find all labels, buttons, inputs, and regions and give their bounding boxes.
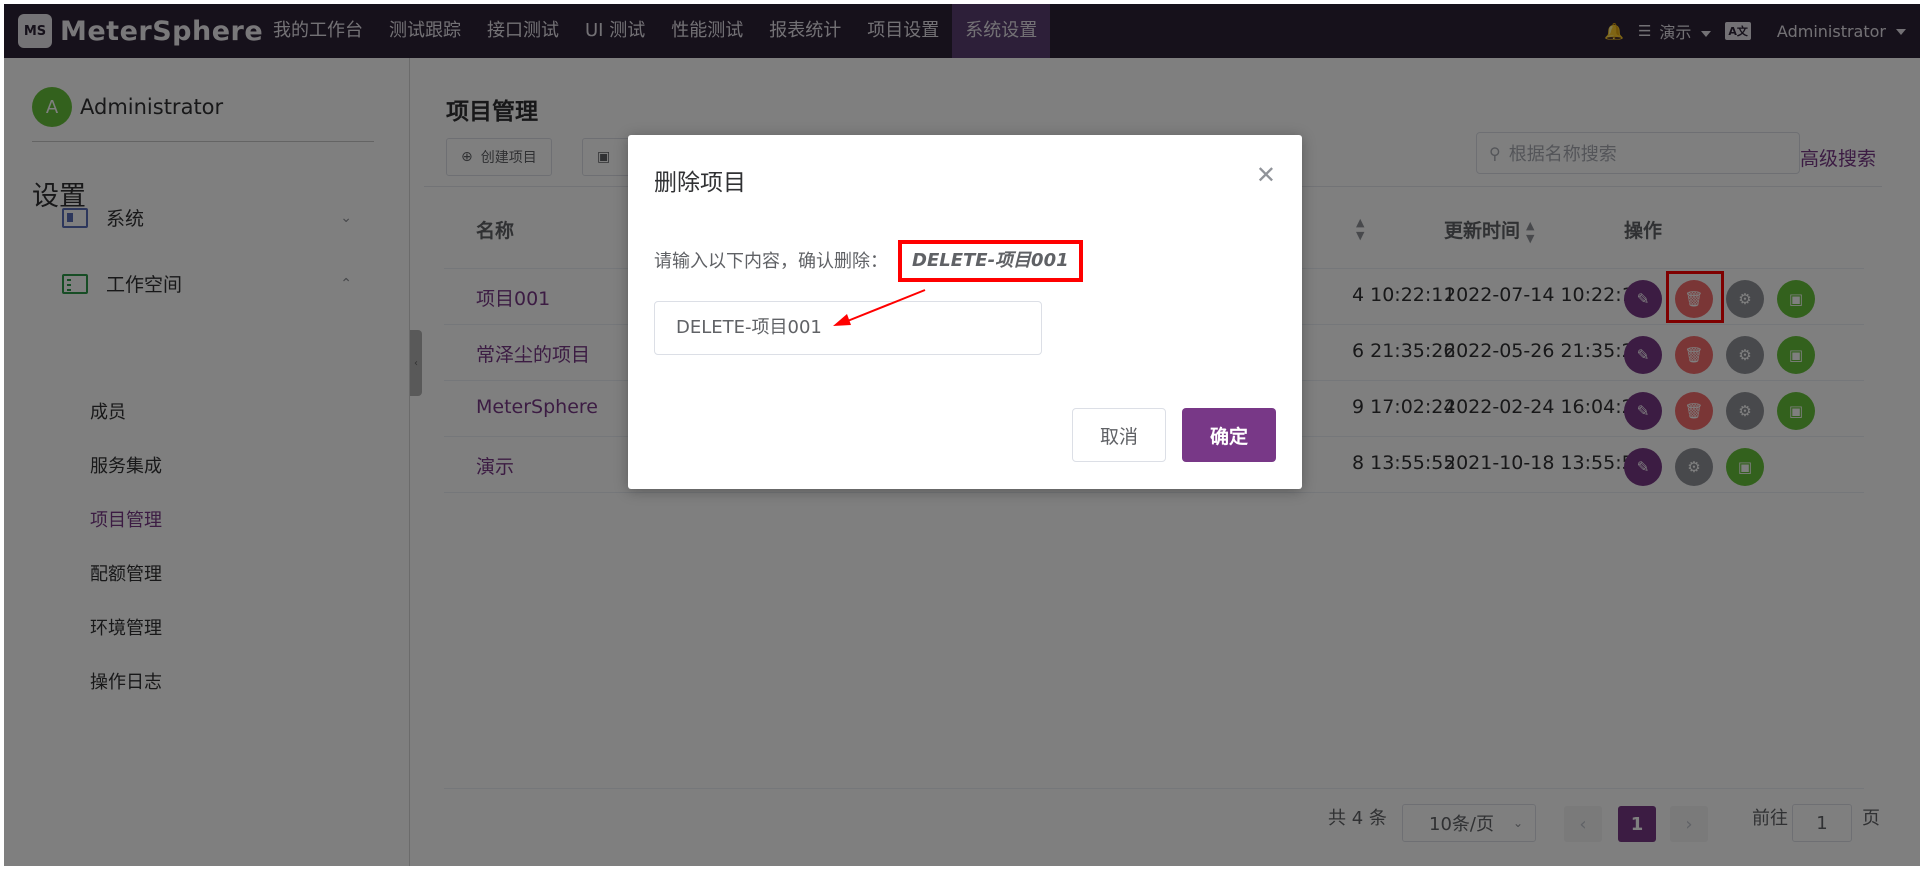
annotation-arrow	[833, 289, 926, 326]
